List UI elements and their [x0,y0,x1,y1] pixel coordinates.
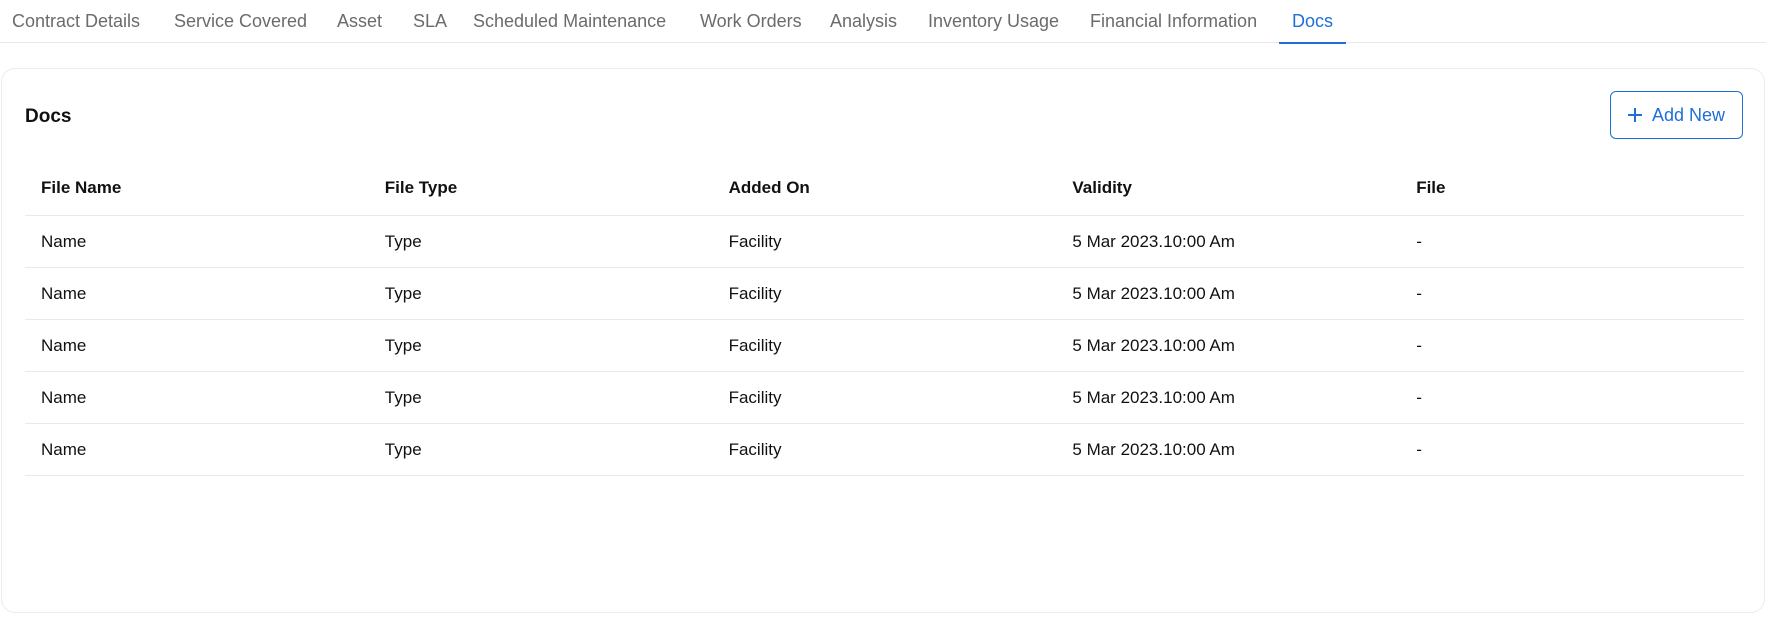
tab-docs[interactable]: Docs [1278,0,1347,44]
cell-file-name: Name [41,283,87,303]
plus-icon [1627,108,1642,122]
tab-sla[interactable]: SLA [413,0,447,43]
column-header-file-type[interactable]: File Type [369,178,713,198]
tab-bar: Contract Details Service Covered Asset S… [0,0,1766,44]
cell-file-type: Type [384,231,422,251]
table-row[interactable]: Name Type Facility 5 Mar 2023.10:00 Am - [25,372,1744,424]
add-new-label: Add New [1651,104,1726,125]
cell-validity: 5 Mar 2023.10:00 Am [1072,335,1235,355]
tab-scheduled-maintenance[interactable]: Scheduled Maintenance [473,0,666,43]
cell-file-name: Name [41,231,87,251]
table-header-row: File Name File Type Added On Validity Fi… [25,161,1744,216]
table-row[interactable]: Name Type Facility 5 Mar 2023.10:00 Am - [25,268,1744,320]
docs-table: File Name File Type Added On Validity Fi… [25,161,1744,476]
column-header-file[interactable]: File [1400,178,1744,198]
column-header-validity[interactable]: Validity [1056,178,1400,198]
cell-file: - [1416,231,1422,251]
tab-inventory-usage[interactable]: Inventory Usage [928,0,1059,43]
cell-file-type: Type [384,387,422,407]
tab-contract-details[interactable]: Contract Details [12,0,140,43]
tab-analysis[interactable]: Analysis [830,0,897,43]
cell-validity: 5 Mar 2023.10:00 Am [1072,231,1235,251]
cell-file-name: Name [41,335,87,355]
tab-work-orders[interactable]: Work Orders [700,0,802,43]
column-header-added-on[interactable]: Added On [713,178,1057,198]
column-header-file-name[interactable]: File Name [25,178,369,198]
cell-file: - [1416,439,1422,459]
tab-service-covered[interactable]: Service Covered [174,0,307,43]
cell-file: - [1416,387,1422,407]
cell-added-on: Facility [728,283,782,303]
cell-file-name: Name [41,387,87,407]
cell-file-type: Type [384,283,422,303]
cell-added-on: Facility [728,231,782,251]
add-new-button[interactable]: Add New [1610,91,1743,139]
table-row[interactable]: Name Type Facility 5 Mar 2023.10:00 Am - [25,216,1744,268]
cell-file-type: Type [384,335,422,355]
cell-validity: 5 Mar 2023.10:00 Am [1072,283,1235,303]
cell-file: - [1416,283,1422,303]
docs-card: Docs Add New File Name File Type Added O… [1,68,1765,613]
cell-file: - [1416,335,1422,355]
cell-validity: 5 Mar 2023.10:00 Am [1072,387,1235,407]
cell-validity: 5 Mar 2023.10:00 Am [1072,439,1235,459]
card-title: Docs [25,106,72,127]
tab-asset[interactable]: Asset [337,0,382,43]
cell-added-on: Facility [728,335,782,355]
table-row[interactable]: Name Type Facility 5 Mar 2023.10:00 Am - [25,424,1744,476]
cell-added-on: Facility [728,387,782,407]
tab-financial-information[interactable]: Financial Information [1090,0,1257,43]
table-row[interactable]: Name Type Facility 5 Mar 2023.10:00 Am - [25,320,1744,372]
cell-added-on: Facility [728,439,782,459]
cell-file-name: Name [41,439,87,459]
cell-file-type: Type [384,439,422,459]
